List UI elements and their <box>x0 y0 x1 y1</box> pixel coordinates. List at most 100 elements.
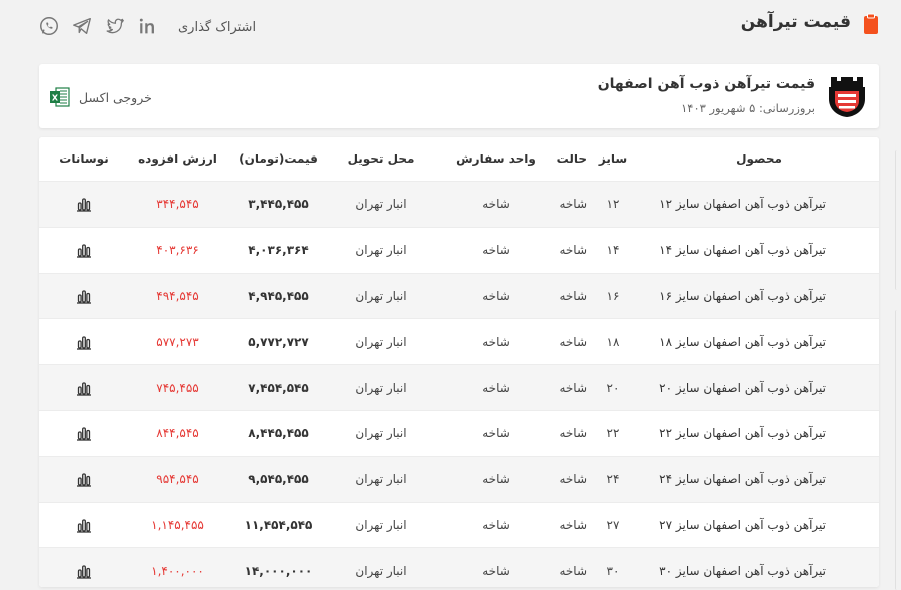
column-header-delivery: محل تحویل <box>331 137 431 182</box>
cell-vat: ۴۹۴,۵۴۵ <box>129 273 226 319</box>
share-label: اشتراک گذاری <box>178 20 257 35</box>
whatsapp-icon[interactable] <box>38 15 60 37</box>
cell-price: ۱۴,۰۰۰,۰۰۰ <box>226 547 331 587</box>
cell-fluctuation <box>39 502 129 548</box>
column-header-product: محصول <box>639 137 879 182</box>
cell-delivery: انبار تهران <box>331 227 431 274</box>
cell-vat: ۱,۴۰۰,۰۰۰ <box>129 547 226 587</box>
cell-fluctuation <box>39 410 129 457</box>
table-row[interactable]: تیرآهن ذوب آهن اصفهان سایز ۲۷ ۲۷ شاخه شاخه ا… <box>39 502 879 548</box>
cell-delivery: انبار تهران <box>331 273 431 319</box>
cell-size: ۳۰ <box>587 547 639 587</box>
table-header-row: محصول سایز حالت واحد سفارش محل تحویل قیم… <box>39 137 879 182</box>
cell-state: شاخه <box>559 547 587 587</box>
cell-size: ۱۴ <box>587 227 639 274</box>
table-row[interactable]: تیرآهن ذوب آهن اصفهان سایز ۲۰ ۲۰ شاخه شاخه ا… <box>39 364 879 411</box>
cell-fluctuation <box>39 181 129 228</box>
cell-price: ۳,۴۴۵,۴۵۵ <box>226 181 331 228</box>
cell-delivery: انبار تهران <box>331 502 431 548</box>
table-row[interactable]: تیرآهن ذوب آهن اصفهان سایز ۳۰ ۳۰ شاخه شاخه ا… <box>39 547 879 587</box>
table-row[interactable]: تیرآهن ذوب آهن اصفهان سایز ۱۸ ۱۸ شاخه شاخه ا… <box>39 318 879 365</box>
cell-product: تیرآهن ذوب آهن اصفهان سایز ۱۶ <box>639 273 879 319</box>
svg-text:X: X <box>52 94 59 103</box>
column-header-size: سایز <box>587 137 639 182</box>
cell-unit: شاخه <box>431 364 561 411</box>
cell-vat: ۴۰۳,۶۳۶ <box>129 227 226 274</box>
cell-state: شاخه <box>559 502 587 548</box>
cell-vat: ۷۴۵,۴۵۵ <box>129 364 226 411</box>
cell-fluctuation <box>39 227 129 274</box>
twitter-icon[interactable] <box>104 15 126 37</box>
cell-state: شاخه <box>559 181 587 228</box>
page-title: قیمت تیرآهن <box>740 12 851 32</box>
cell-unit: شاخه <box>431 410 561 457</box>
cell-size: ۱۸ <box>587 318 639 365</box>
bar-chart-icon[interactable] <box>76 517 92 533</box>
last-updated: بروزرسانی: ۵ شهریور ۱۴۰۳ <box>681 101 815 115</box>
cell-price: ۷,۴۵۴,۵۴۵ <box>226 364 331 411</box>
cell-product: تیرآهن ذوب آهن اصفهان سایز ۲۴ <box>639 456 879 503</box>
bar-chart-icon[interactable] <box>76 425 92 442</box>
column-header-fluctuation: نوسانات <box>39 137 129 182</box>
cell-vat: ۱,۱۴۵,۴۵۵ <box>129 502 226 548</box>
cell-product: تیرآهن ذوب آهن اصفهان سایز ۱۸ <box>639 318 879 365</box>
page-header: قیمت تیرآهن اشتراک گذاری <box>0 0 901 60</box>
cell-unit: شاخه <box>431 547 561 587</box>
cell-size: ۲۴ <box>587 456 639 503</box>
table-row[interactable]: تیرآهن ذوب آهن اصفهان سایز ۱۶ ۱۶ شاخه شاخه ا… <box>39 273 879 319</box>
linkedin-icon[interactable] <box>137 15 159 37</box>
telegram-icon[interactable] <box>71 15 93 37</box>
cell-unit: شاخه <box>431 502 561 548</box>
excel-export-button[interactable]: X خروجی اکسل <box>49 85 152 109</box>
excel-export-label: خروجی اکسل <box>79 89 152 105</box>
cell-price: ۴,۰۳۶,۳۶۴ <box>226 227 331 274</box>
cell-unit: شاخه <box>431 181 561 228</box>
cell-fluctuation <box>39 364 129 411</box>
cell-price: ۸,۴۴۵,۴۵۵ <box>226 410 331 457</box>
cell-product: تیرآهن ذوب آهن اصفهان سایز ۲۰ <box>639 364 879 411</box>
bar-chart-icon[interactable] <box>76 242 92 258</box>
price-table-card: محصول سایز حالت واحد سفارش محل تحویل قیم… <box>39 137 879 587</box>
cell-unit: شاخه <box>431 318 561 365</box>
bar-chart-icon[interactable] <box>76 563 92 579</box>
cell-state: شاخه <box>559 273 587 319</box>
cell-vat: ۵۷۷,۲۷۳ <box>129 318 226 365</box>
cell-delivery: انبار تهران <box>331 410 431 457</box>
cell-size: ۱۶ <box>587 273 639 319</box>
product-info-card: قیمت تیرآهن ذوب آهن اصفهان بروزرسانی: ۵ … <box>39 64 879 128</box>
table-row[interactable]: تیرآهن ذوب آهن اصفهان سایز ۱۴ ۱۴ شاخه شاخه ا… <box>39 227 879 274</box>
card-title: قیمت تیرآهن ذوب آهن اصفهان <box>597 76 815 92</box>
column-header-price: قیمت(تومان) <box>226 137 331 182</box>
edge-decoration <box>895 150 899 290</box>
cell-price: ۵,۷۷۲,۷۲۷ <box>226 318 331 365</box>
cell-state: شاخه <box>559 318 587 365</box>
cell-size: ۱۲ <box>587 181 639 228</box>
table-row[interactable]: تیرآهن ذوب آهن اصفهان سایز ۱۲ ۱۲ شاخه شاخه ا… <box>39 181 879 228</box>
edge-decoration <box>895 310 899 590</box>
clipboard-icon <box>864 13 878 34</box>
price-table: محصول سایز حالت واحد سفارش محل تحویل قیم… <box>39 137 879 587</box>
cell-unit: شاخه <box>431 227 561 274</box>
cell-size: ۲۲ <box>587 410 639 457</box>
cell-fluctuation <box>39 456 129 503</box>
cell-product: تیرآهن ذوب آهن اصفهان سایز ۲۲ <box>639 410 879 457</box>
right-scroll-edge <box>893 0 901 590</box>
cell-price: ۹,۵۴۵,۴۵۵ <box>226 456 331 503</box>
table-row[interactable]: تیرآهن ذوب آهن اصفهان سایز ۲۲ ۲۲ شاخه شاخه ا… <box>39 410 879 457</box>
cell-product: تیرآهن ذوب آهن اصفهان سایز ۳۰ <box>639 547 879 587</box>
cell-size: ۲۷ <box>587 502 639 548</box>
cell-vat: ۳۴۴,۵۴۵ <box>129 181 226 228</box>
bar-chart-icon[interactable] <box>76 471 92 487</box>
cell-fluctuation <box>39 547 129 587</box>
cell-fluctuation <box>39 273 129 319</box>
cell-price: ۱۱,۴۵۴,۵۴۵ <box>226 502 331 548</box>
bar-chart-icon[interactable] <box>76 380 92 396</box>
bar-chart-icon[interactable] <box>76 196 92 213</box>
bar-chart-icon[interactable] <box>76 288 92 304</box>
bar-chart-icon[interactable] <box>76 334 92 350</box>
column-header-vat: ارزش افزوده <box>129 137 226 182</box>
table-row[interactable]: تیرآهن ذوب آهن اصفهان سایز ۲۴ ۲۴ شاخه شاخه ا… <box>39 456 879 503</box>
cell-delivery: انبار تهران <box>331 547 431 587</box>
cell-size: ۲۰ <box>587 364 639 411</box>
cell-unit: شاخه <box>431 273 561 319</box>
